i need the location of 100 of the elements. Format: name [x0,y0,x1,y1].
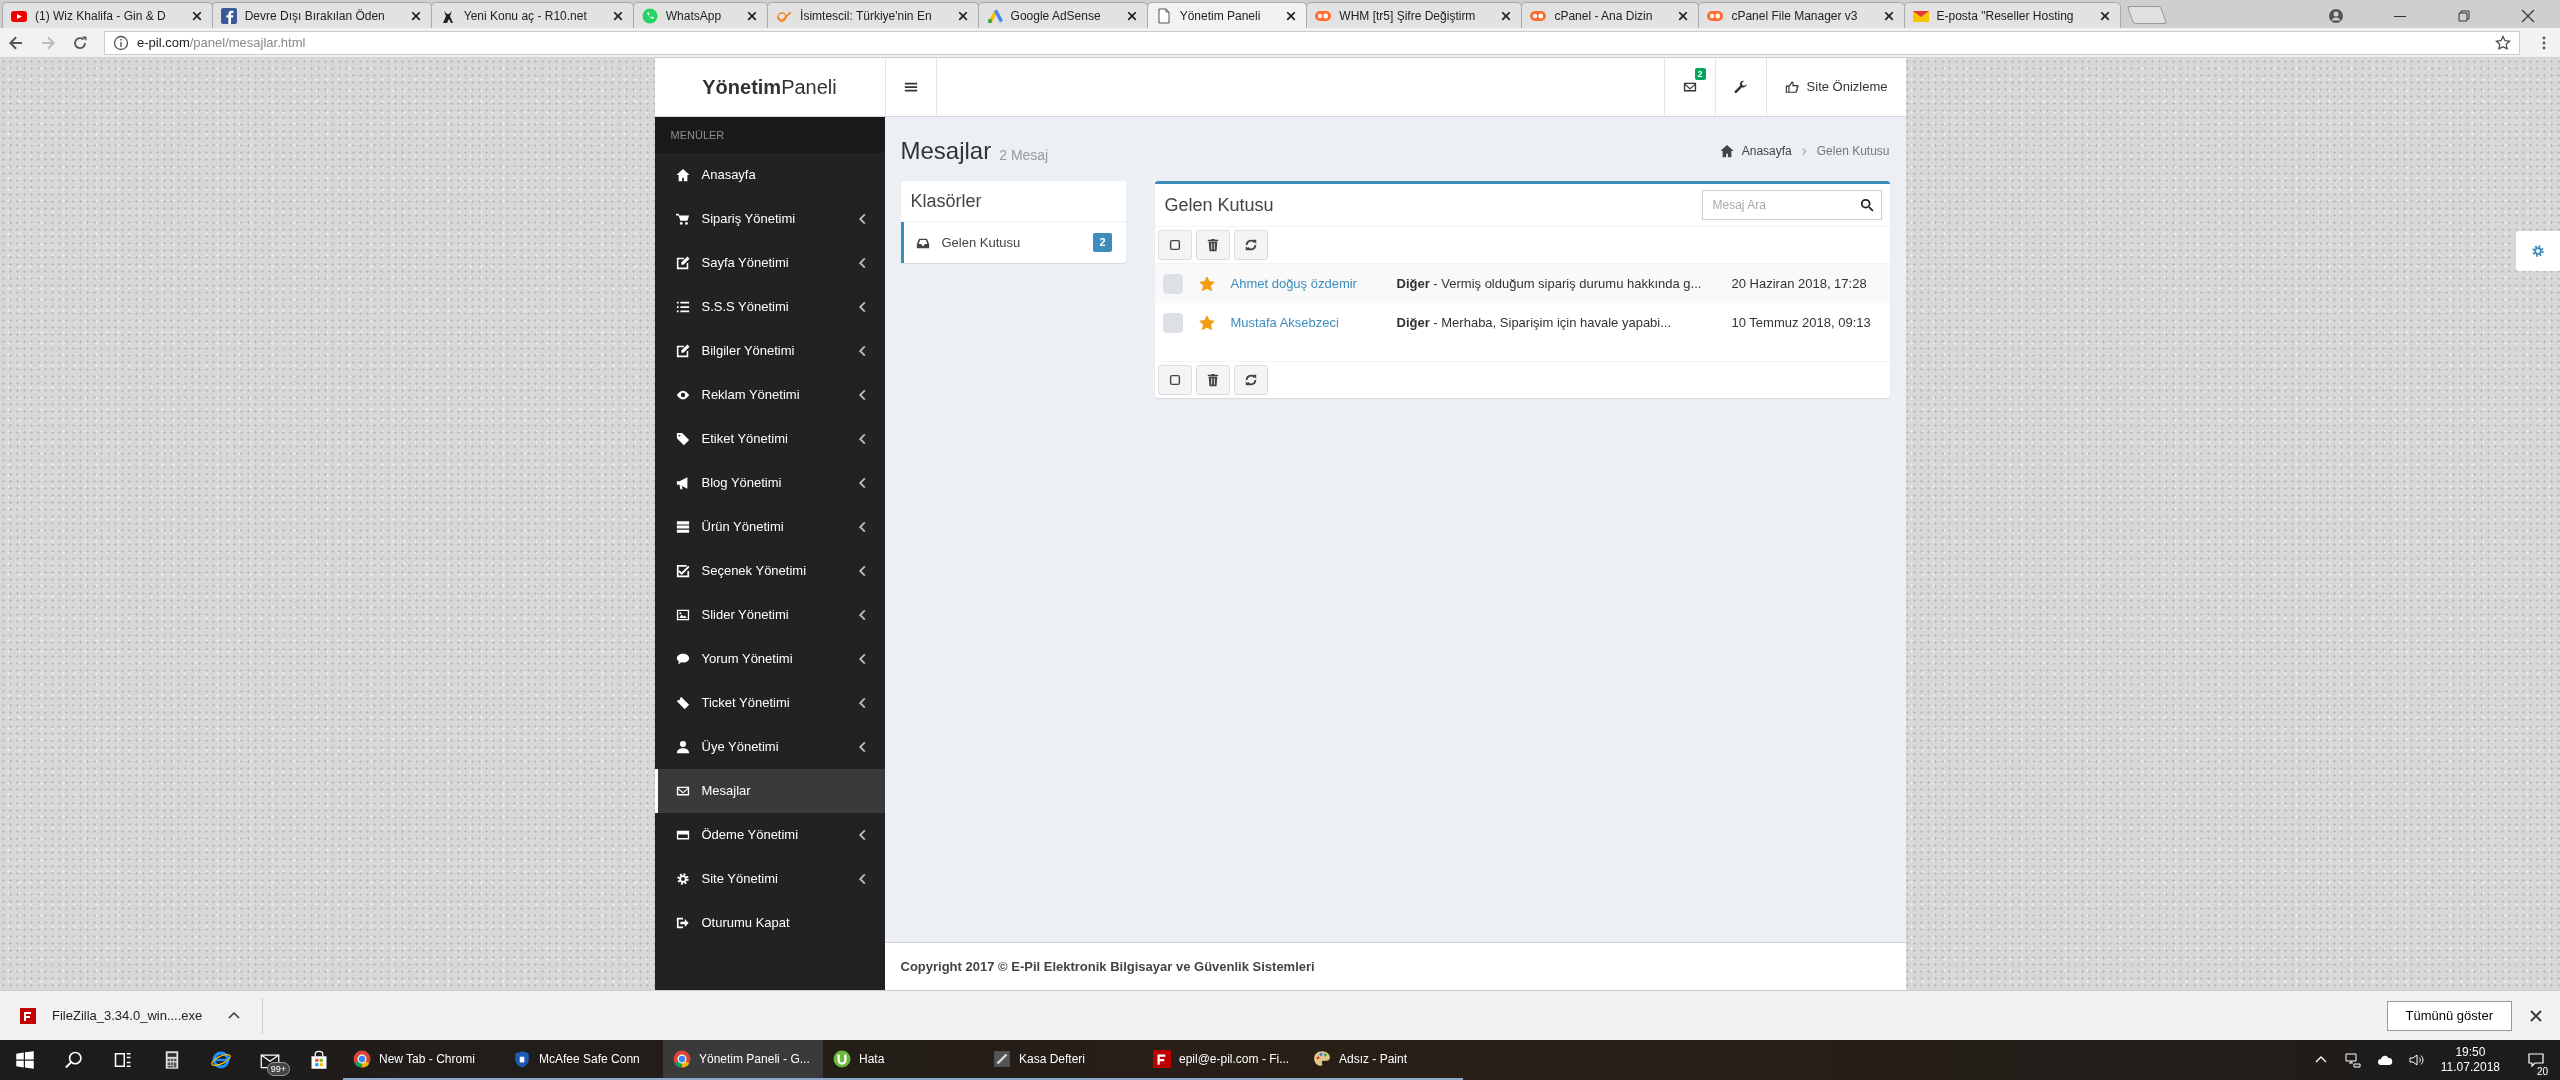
site-preview-link[interactable]: Site Önizleme [1765,58,1906,116]
sidebar-item[interactable]: Anasayfa [654,153,885,197]
browser-tab[interactable]: İsimtescil: Türkiye'nin En [767,2,979,28]
back-arrow-icon[interactable] [8,34,24,51]
taskbar-app[interactable]: Hata [823,1040,983,1080]
ticket-icon [675,696,690,710]
close-icon[interactable] [2520,8,2536,24]
sidebar-item[interactable]: Seçenek Yönetimi [654,549,885,593]
sender-link[interactable]: Mustafa Aksebzeci [1230,312,1381,333]
trash-icon [1205,373,1220,387]
select-all-button[interactable] [1157,230,1192,260]
taskbar-app[interactable]: New Tab - Chromi [343,1040,503,1080]
notifications-button[interactable]: 20 [2516,1040,2556,1080]
message-row[interactable]: Ahmet doğuş özdemir Diğer - Vermiş olduğum sipariş durumu hakkında g... 20 Haziran 2018, 17:28 [1154,264,1890,303]
trash-icon [1205,238,1220,252]
page-title: Mesajlar [900,136,992,166]
palette-icon [1313,1050,1331,1068]
sidebar-item[interactable]: Üye Yönetimi [654,725,885,769]
sidebar-item[interactable]: Sipariş Yönetimi [654,197,885,241]
sidebar-item[interactable]: Ürün Yönetimi [654,505,885,549]
search-icon[interactable] [63,1050,84,1070]
square-icon [220,7,237,24]
sidebar-item[interactable]: S.S.S Yönetimi [654,285,885,329]
app-icon [833,1050,851,1068]
settings-button[interactable] [2516,231,2560,271]
taskbar-app[interactable]: Adsız - Paint [1303,1040,1463,1080]
brand-logo[interactable]: YönetimPaneli [702,72,837,102]
delete-button[interactable] [1195,365,1230,395]
browser-tab[interactable]: WHM [tr5] Şifre Değiştirm [1306,2,1523,28]
message-row[interactable]: Mustafa Aksebzeci Diğer - Merhaba, Siparişim için havale yapabi... 10 Temmuz 2018, 09:13 [1154,303,1890,342]
count-badge: 99+ [266,1062,290,1076]
speaker-icon[interactable] [2408,1052,2425,1068]
select-all-button[interactable] [1157,365,1192,395]
task-view-icon[interactable] [112,1050,133,1070]
sidebar-item[interactable]: Yorum Yönetimi [654,637,885,681]
browser-tab[interactable]: cPanel - Ana Dizin [1521,2,1700,28]
show-all-button[interactable]: Tümünü göster [2386,1000,2512,1031]
sidebar-item[interactable]: Reklam Yönetimi [654,373,885,417]
reload-icon[interactable] [72,34,88,51]
download-item[interactable]: FileZilla_3.34.0_win....exe [0,997,264,1034]
sidebar-item[interactable]: Sayfa Yönetimi [654,241,885,285]
restore-icon[interactable] [2456,8,2472,24]
clock[interactable]: 19:50 11.07.2018 [2440,1045,2500,1075]
taskbar-app[interactable]: epil@e-pil.com - Fi... [1143,1040,1303,1080]
envelope-icon [675,784,690,798]
cart-icon [675,212,690,226]
browser-tab[interactable]: cPanel File Manager v3 [1698,2,1905,28]
message-date: 10 Temmuz 2018, 09:13 [1731,313,1872,332]
chat-icon [641,7,658,24]
browser-icon [673,1050,691,1068]
breadcrumb-link[interactable]: Anasayfa [1741,142,1792,160]
stack-icon [675,520,690,534]
browser-tab[interactable]: Yönetim Paneli [1146,2,1308,28]
browser-tab[interactable]: E-posta "Reseller Hosting [1903,2,2121,28]
refresh-icon [1243,373,1258,387]
taskbar-app[interactable]: Yönetim Paneli - G... [663,1040,823,1080]
megaphone-icon [675,476,690,490]
address-field[interactable]: e-pil.com/panel/mesajlar.html [104,30,2520,55]
checkbox[interactable] [1162,312,1183,333]
sidebar-item[interactable]: Site Yönetimi [654,857,885,901]
triangle-icon [986,7,1003,24]
search-field[interactable]: Mesaj Ara [1701,190,1882,220]
checkbox-icon [1167,238,1182,252]
refresh-button[interactable] [1233,230,1268,260]
sidebar-item[interactable]: Slider Yönetimi [654,593,885,637]
refresh-button[interactable] [1233,365,1268,395]
sidebar-item[interactable]: Blog Yönetimi [654,461,885,505]
folder-item[interactable]: Gelen Kutusu 2 [900,222,1126,263]
pencil-icon [675,344,690,358]
info-icon[interactable] [113,34,129,51]
app-icon [1153,1050,1171,1068]
message-subject: Diğer - Merhaba, Siparişim için havale yapabi... [1396,313,1673,332]
windows-icon[interactable] [14,1050,35,1070]
sidebar-item[interactable]: Etiket Yönetimi [654,417,885,461]
sender-link[interactable]: Ahmet doğuş özdemir [1230,273,1381,294]
profile-icon[interactable] [2328,8,2344,24]
home-icon [1719,144,1734,158]
house-icon [675,168,690,182]
browser-tab[interactable]: (1) Wiz Khalifa - Gin & D [2,2,213,28]
star-icon[interactable] [1198,275,1215,292]
sidebar-item[interactable]: Oturumu Kapat [654,901,885,945]
sidebar-item[interactable]: Ödeme Yönetimi [654,813,885,857]
delete-button[interactable] [1195,230,1230,260]
browser-tab[interactable]: Devre Dışı Bırakılan Öden [211,2,432,28]
sidebar-item[interactable]: Mesajlar [654,769,885,813]
network-icon[interactable] [2344,1052,2361,1068]
star-icon[interactable] [1198,314,1215,331]
sidebar-item[interactable]: Ticket Yönetimi [654,681,885,725]
browser-tab[interactable]: Yeni Konu aç - R10.net [430,2,634,28]
globe-icon[interactable] [210,1050,231,1070]
browser-tab[interactable]: Google AdSense [977,2,1148,28]
close-icon[interactable] [2528,1007,2544,1024]
speech-bubble-icon [675,652,690,666]
sidebar-item[interactable]: Bilgiler Yönetimi [654,329,885,373]
menu-heading: MENÜLER [670,127,725,143]
taskbar-app[interactable]: Kasa Defteri [983,1040,1143,1080]
checkbox[interactable] [1162,273,1183,294]
file-icon [20,1007,36,1024]
star-icon[interactable] [2495,34,2511,51]
browser-tab[interactable]: WhatsApp [632,2,769,28]
